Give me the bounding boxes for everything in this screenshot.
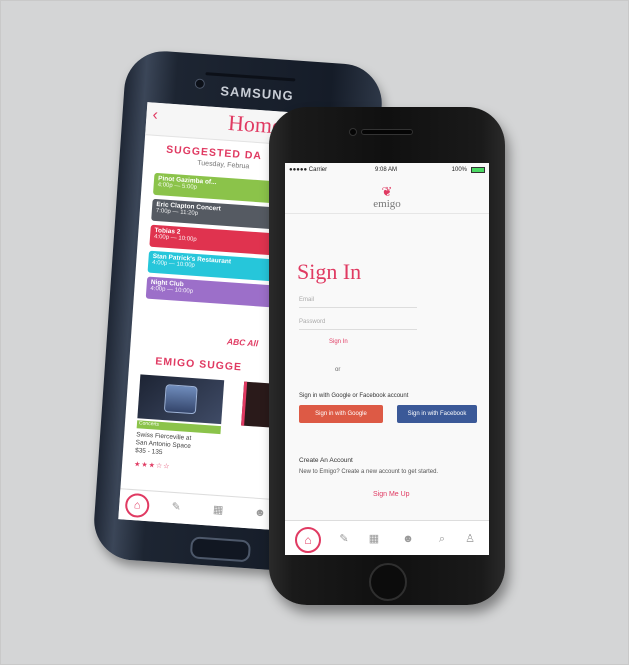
event-image[interactable]: [137, 374, 225, 425]
emigo-mark-icon: ❦: [381, 184, 393, 199]
user-icon[interactable]: ♙: [463, 532, 477, 546]
iphone-speaker: [361, 129, 413, 135]
battery-icon: [471, 167, 485, 173]
bottom-nav: ⌂ ✎ ▦ ☻ ⌕ ♙: [285, 520, 489, 555]
create-account-title: Create An Account: [299, 457, 353, 464]
social-signin-label: Sign in with Google or Facebook account: [299, 393, 409, 399]
event-description: Swiss Fierceville at San Antonio Space $…: [135, 431, 226, 461]
sign-in-title: Sign In: [297, 259, 362, 284]
emigo-logo: ❦ emigo: [367, 185, 407, 210]
group-icon[interactable]: ☻: [253, 506, 268, 521]
pencil-icon[interactable]: ✎: [169, 500, 184, 515]
sign-in-button[interactable]: Sign In: [329, 339, 348, 345]
google-signin-button[interactable]: Sign in with Google: [299, 405, 383, 423]
home-icon[interactable]: ⌂: [295, 527, 321, 553]
battery-label: 100%: [451, 167, 467, 173]
search-icon[interactable]: ⌕: [435, 532, 449, 546]
calendar-icon[interactable]: ▦: [367, 532, 381, 546]
clock: 9:08 AM: [375, 167, 398, 173]
rating-stars: ★★★☆☆: [133, 461, 171, 471]
calendar-icon[interactable]: ▦: [211, 503, 226, 518]
iphone: ●●●●● Carrier 9:08 AM 100% ❦ emigo Sign …: [269, 107, 505, 605]
emigo-suggests-heading: EMIGO SUGGE: [154, 355, 243, 374]
logo-text: emigo: [373, 198, 401, 210]
header-divider: [285, 213, 489, 214]
samsung-home-button[interactable]: [189, 536, 252, 563]
group-icon[interactable]: ☻: [401, 532, 415, 546]
chevron-left-icon[interactable]: ‹: [152, 107, 159, 125]
suggested-heading: SUGGESTED DA: [165, 143, 263, 163]
iphone-home-button[interactable]: [369, 563, 407, 601]
pencil-icon[interactable]: ✎: [337, 532, 351, 546]
carrier-label: ●●●●● Carrier: [289, 167, 328, 173]
status-bar: ●●●●● Carrier 9:08 AM 100%: [285, 163, 489, 177]
iphone-camera: [349, 128, 357, 136]
facebook-signin-button[interactable]: Sign in with Facebook: [397, 405, 477, 423]
sign-up-button[interactable]: Sign Me Up: [373, 491, 410, 498]
email-field[interactable]: Email: [299, 293, 417, 308]
create-account-text: New to Emigo? Create a new account to ge…: [299, 469, 439, 475]
photo-frame: SAMSUNG ‹ Home SUGGESTED DA Tuesday, Feb…: [0, 0, 629, 665]
shield-icon: [163, 384, 198, 415]
date-subheading: Tuesday, Februa: [197, 159, 250, 171]
iphone-screen: ●●●●● Carrier 9:08 AM 100% ❦ emigo Sign …: [285, 163, 489, 555]
password-field[interactable]: Password: [299, 315, 417, 330]
or-divider: or: [335, 367, 341, 373]
home-icon[interactable]: ⌂: [124, 492, 151, 519]
more-link[interactable]: ABC All: [227, 336, 259, 348]
